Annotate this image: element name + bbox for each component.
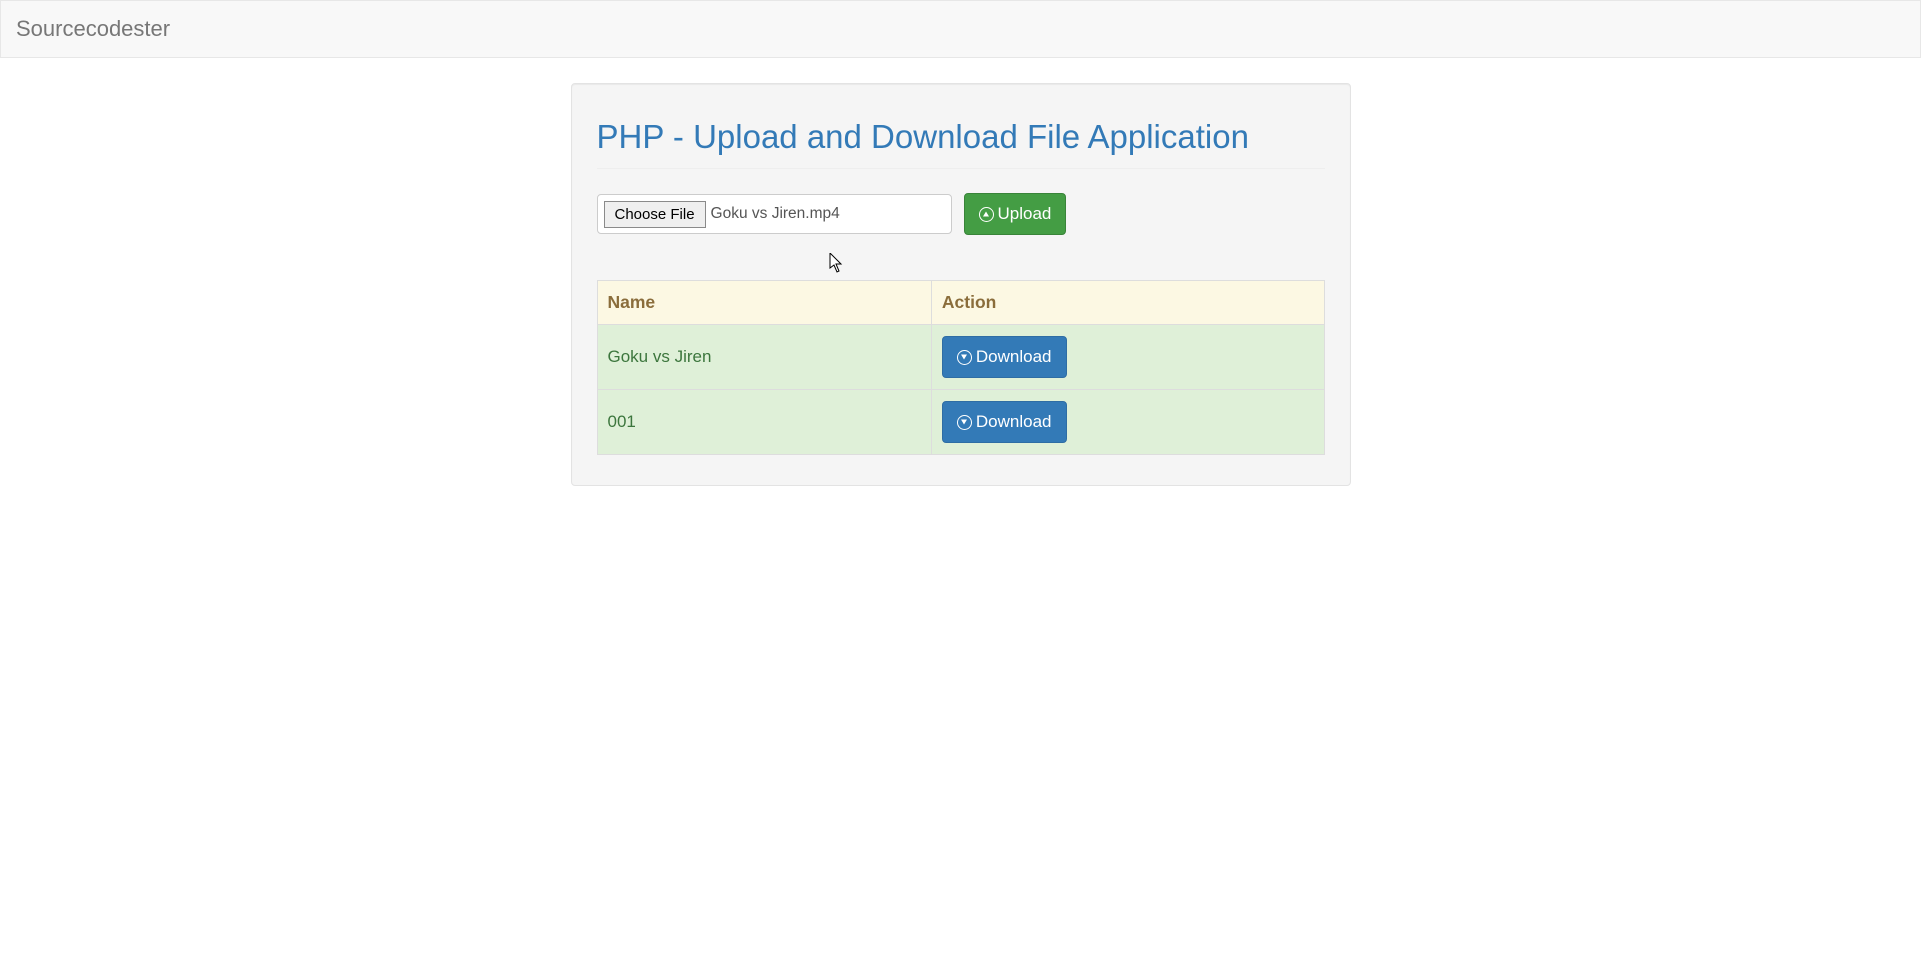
cell-action: Download: [931, 390, 1324, 455]
header-name: Name: [597, 281, 931, 325]
choose-file-button[interactable]: Choose File: [604, 201, 706, 228]
download-button-label: Download: [976, 412, 1052, 432]
upload-button[interactable]: Upload: [964, 193, 1067, 235]
upload-form: Choose File Goku vs Jiren.mp4 Upload: [597, 193, 1325, 235]
table-row: Goku vs Jiren Download: [597, 325, 1324, 390]
upload-icon: [979, 207, 994, 222]
download-button[interactable]: Download: [942, 401, 1067, 443]
files-table: Name Action Goku vs Jiren Download 001: [597, 280, 1325, 455]
cell-name: 001: [597, 390, 931, 455]
table-header-row: Name Action: [597, 281, 1324, 325]
table-row: 001 Download: [597, 390, 1324, 455]
chosen-filename: Goku vs Jiren.mp4: [711, 205, 840, 223]
download-button-label: Download: [976, 347, 1052, 367]
file-input[interactable]: Choose File Goku vs Jiren.mp4: [597, 194, 952, 234]
navbar: Sourcecodester: [0, 0, 1921, 58]
cell-name: Goku vs Jiren: [597, 325, 931, 390]
panel: PHP - Upload and Download File Applicati…: [571, 83, 1351, 486]
main-container: PHP - Upload and Download File Applicati…: [571, 83, 1351, 486]
cell-action: Download: [931, 325, 1324, 390]
divider: [597, 168, 1325, 169]
brand-link[interactable]: Sourcecodester: [16, 1, 170, 57]
upload-button-label: Upload: [998, 204, 1052, 224]
download-button[interactable]: Download: [942, 336, 1067, 378]
header-action: Action: [931, 281, 1324, 325]
download-icon: [957, 415, 972, 430]
download-icon: [957, 350, 972, 365]
page-title: PHP - Upload and Download File Applicati…: [597, 118, 1325, 156]
